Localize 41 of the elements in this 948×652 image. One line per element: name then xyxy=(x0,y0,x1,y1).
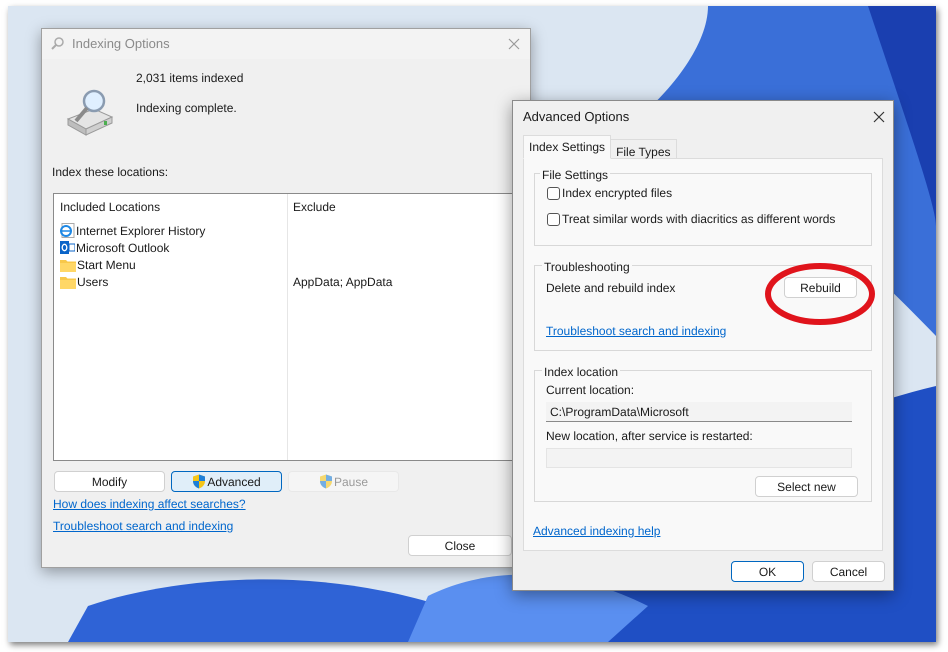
browser-history-icon xyxy=(60,223,75,238)
help-link[interactable]: How does indexing affect searches? xyxy=(53,495,246,513)
dialog-button[interactable]: Modify xyxy=(54,471,165,492)
close-button[interactable]: Close xyxy=(408,535,512,556)
shield-icon xyxy=(318,474,333,489)
dialog-button[interactable]: Cancel xyxy=(812,561,885,582)
current-location-label: Current location: xyxy=(546,382,636,399)
help-link[interactable]: Advanced indexing help xyxy=(533,522,660,540)
checkbox-label: Treat similar words with diacritics as different words xyxy=(562,211,836,228)
rebuild-description: Delete and rebuild index xyxy=(546,280,676,296)
folder-icon xyxy=(60,274,76,288)
location-item[interactable]: Microsoft Outlook xyxy=(76,238,170,256)
tab[interactable]: File Types xyxy=(611,139,677,159)
magnifier-icon xyxy=(50,37,66,51)
dialog-button[interactable]: Advanced xyxy=(171,471,282,492)
new-location-label: New location, after service is restarted: xyxy=(546,428,754,445)
shield-icon xyxy=(192,474,206,489)
checkbox[interactable] xyxy=(547,212,560,226)
location-item[interactable]: Users xyxy=(77,272,108,290)
checkbox-label: Index encrypted files xyxy=(562,185,672,202)
dialog-button[interactable]: OK xyxy=(731,561,804,582)
locations-label: Index these locations: xyxy=(52,164,170,181)
location-item[interactable]: Internet Explorer History xyxy=(76,222,206,240)
location-item[interactable]: Start Menu xyxy=(77,256,136,274)
tab[interactable]: Index Settings xyxy=(523,135,612,159)
items-indexed-text: 2,031 items indexed xyxy=(136,70,244,85)
mail-app-icon xyxy=(60,240,75,255)
checkbox[interactable] xyxy=(547,186,560,200)
close-icon[interactable] xyxy=(873,111,885,123)
window-title: Advanced Options xyxy=(523,108,630,126)
troubleshoot-link[interactable]: Troubleshoot search and indexing xyxy=(546,322,726,340)
window-title: Indexing Options xyxy=(72,35,170,54)
folder-icon xyxy=(60,258,76,272)
column-header: Exclude xyxy=(293,199,337,216)
indexing-status-text: Indexing complete. xyxy=(136,100,238,117)
rebuild-button[interactable]: Rebuild xyxy=(784,277,857,298)
current-location-field: C:\ProgramData\Microsoft xyxy=(546,402,852,422)
exclude-text: AppData; AppData xyxy=(293,274,392,290)
select-new-button[interactable]: Select new xyxy=(755,476,858,497)
column-header: Included Locations xyxy=(60,199,162,216)
help-link[interactable]: Troubleshoot search and indexing xyxy=(53,517,234,535)
